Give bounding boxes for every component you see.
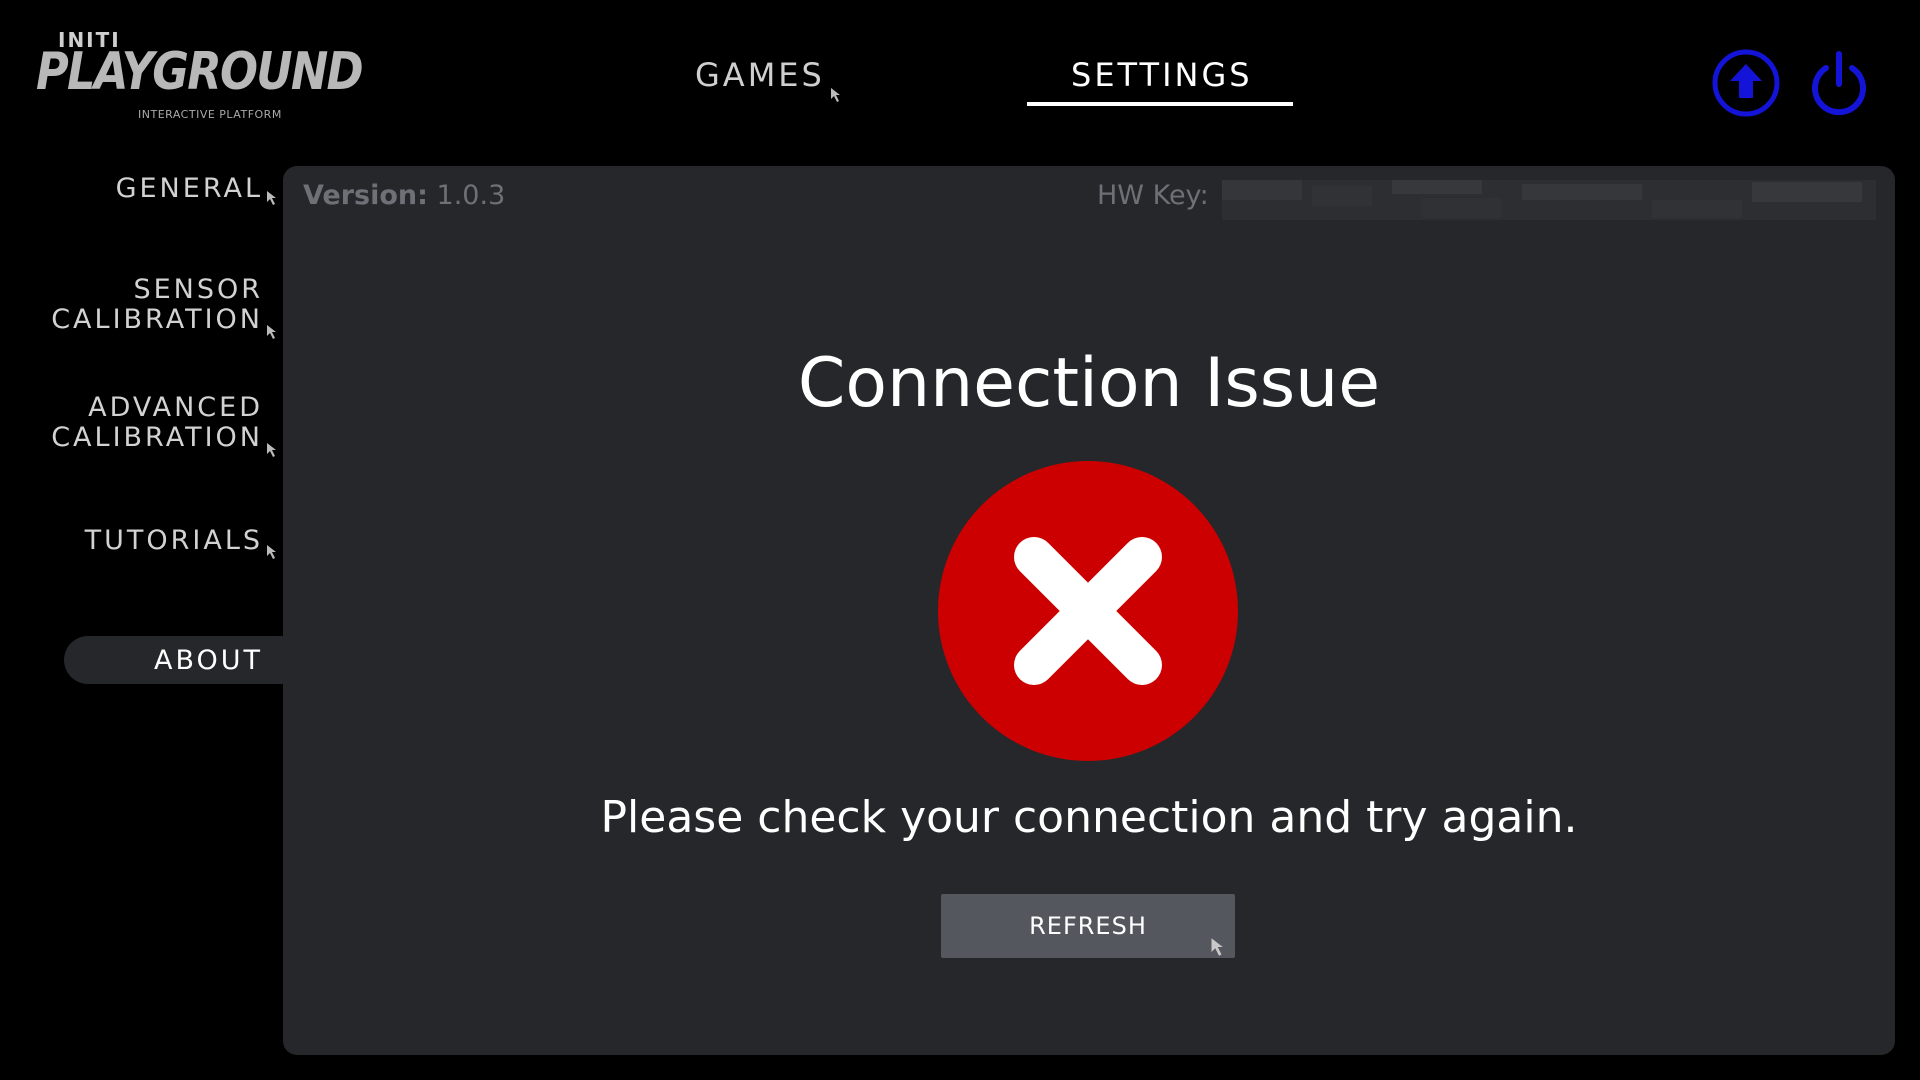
version-label: Version: — [303, 180, 428, 211]
hw-key-redacted-value — [1222, 180, 1876, 220]
active-tab-underline — [1027, 102, 1293, 106]
version-info: Version: 1.0.3 — [303, 180, 505, 211]
sidebar-item-about[interactable]: ABOUT — [154, 645, 263, 676]
logo: INITI PLAYGROUND INTERACTIVE PLATFORM — [36, 28, 364, 124]
tab-games[interactable]: GAMES — [695, 56, 825, 94]
error-x-icon — [938, 461, 1238, 761]
power-icon — [1812, 51, 1866, 116]
power-button[interactable] — [1802, 46, 1876, 120]
hw-key-label: HW Key: — [1097, 180, 1209, 211]
upload-icon — [1712, 49, 1780, 117]
refresh-button[interactable]: REFRESH — [941, 894, 1235, 958]
update-button[interactable] — [1709, 46, 1783, 120]
sidebar-item-tutorials[interactable]: TUTORIALS — [85, 526, 263, 556]
sidebar-item-sensor-calibration[interactable]: SENSOR CALIBRATION — [51, 275, 263, 335]
logo-title: PLAYGROUND — [36, 42, 364, 102]
pointer-cursor-icon — [831, 88, 840, 102]
pointer-cursor-icon — [267, 443, 276, 457]
logo-subtitle: INTERACTIVE PLATFORM — [138, 108, 282, 121]
pointer-cursor-icon — [267, 191, 276, 205]
version-value: 1.0.3 — [436, 180, 506, 211]
pointer-cursor-icon — [267, 325, 276, 339]
pointer-cursor-icon — [267, 545, 276, 559]
tab-settings[interactable]: SETTINGS — [1071, 56, 1253, 94]
dialog-message: Please check your connection and try aga… — [600, 792, 1578, 843]
pointer-cursor-icon — [1211, 938, 1223, 956]
sidebar-item-advanced-calibration[interactable]: ADVANCED CALIBRATION — [51, 393, 263, 453]
dialog-title: Connection Issue — [797, 344, 1381, 423]
sidebar-item-general[interactable]: GENERAL — [116, 174, 263, 204]
app-screen: INITI PLAYGROUND INTERACTIVE PLATFORM GA… — [0, 0, 1920, 1080]
